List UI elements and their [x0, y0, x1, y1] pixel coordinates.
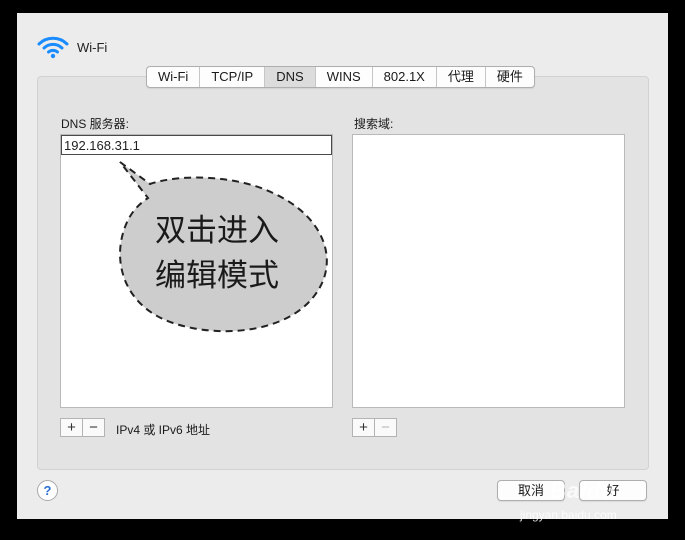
tab-hardware[interactable]: 硬件 [486, 67, 534, 87]
callout-line-2: 编辑模式 [155, 258, 279, 293]
dns-address-hint: IPv4 或 IPv6 地址 [116, 423, 211, 437]
search-button-group: + − [352, 418, 397, 437]
tab-wifi[interactable]: Wi-Fi [147, 67, 201, 87]
dns-button-group: + − [60, 418, 105, 437]
baidu-watermark: Baidu jingyan.baidu.com [520, 478, 680, 528]
remove-search-domain-button[interactable]: − [375, 419, 396, 436]
tab-dns[interactable]: DNS [265, 67, 316, 87]
search-domains-label: 搜索域: [354, 117, 394, 131]
tab-8021x[interactable]: 802.1X [373, 67, 437, 87]
add-search-domain-button[interactable]: + [353, 419, 375, 436]
callout-text: 双击进入 编辑模式 [142, 208, 292, 298]
watermark-url: jingyan.baidu.com [520, 508, 617, 522]
title-area: Wi-Fi [37, 35, 107, 59]
watermark-brand: Baidu [550, 478, 617, 503]
tab-wins[interactable]: WINS [316, 67, 373, 87]
window-title: Wi-Fi [77, 39, 108, 55]
search-domains-list[interactable] [352, 134, 625, 408]
help-button[interactable]: ? [37, 480, 58, 501]
remove-dns-button[interactable]: − [83, 419, 104, 436]
wifi-icon [37, 35, 69, 59]
callout-line-1: 双击进入 [155, 213, 279, 248]
tab-tcpip[interactable]: TCP/IP [200, 67, 266, 87]
tab-proxy[interactable]: 代理 [437, 67, 486, 87]
add-dns-button[interactable]: + [61, 419, 83, 436]
dns-servers-label: DNS 服务器: [61, 117, 130, 131]
tab-bar: Wi-Fi TCP/IP DNS WINS 802.1X 代理 硬件 [146, 66, 535, 88]
